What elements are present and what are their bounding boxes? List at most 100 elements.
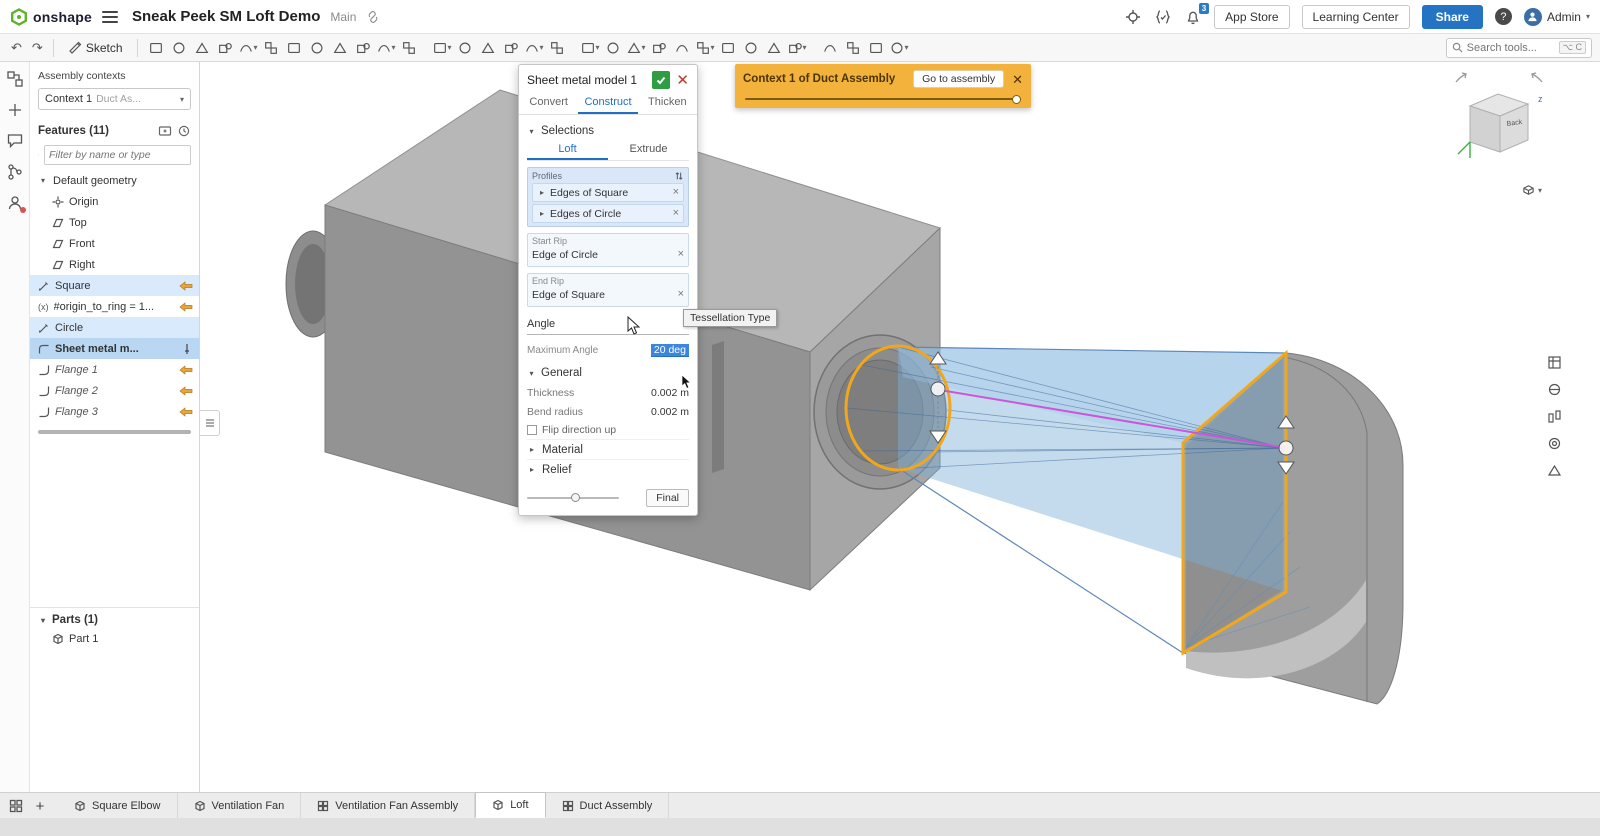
angle-dropdown[interactable]: Angle ▾ (527, 313, 689, 335)
revolve-icon[interactable]: ▾ (237, 37, 260, 59)
rotate-left-icon[interactable] (1456, 73, 1466, 82)
search-tools-box[interactable]: ⌥ C (1446, 38, 1592, 58)
sheet-metal-model-icon[interactable]: ▾ (431, 37, 454, 59)
document-tab-ventilation-fan[interactable]: Ventilation Fan (178, 793, 302, 818)
hem-icon[interactable] (546, 37, 569, 59)
tree-caret-icon[interactable]: ▾ (38, 176, 48, 185)
split-icon[interactable] (648, 37, 671, 59)
chamfer-icon[interactable] (191, 37, 214, 59)
flange-icon[interactable] (454, 37, 477, 59)
insert-icon[interactable] (6, 101, 24, 119)
general-section-header[interactable]: ▾ General (527, 363, 689, 383)
document-tab-ventilation-fan-assembly[interactable]: Ventilation Fan Assembly (301, 793, 475, 818)
draft-icon[interactable] (398, 37, 421, 59)
rollback-bar[interactable] (38, 430, 191, 434)
preview-slider-knob[interactable] (571, 493, 580, 502)
help-button[interactable]: ? (1495, 8, 1512, 25)
dialog-tab-construct[interactable]: Construct (578, 93, 637, 114)
comments-icon[interactable] (6, 132, 24, 150)
cancel-button[interactable]: ✕ (676, 73, 689, 88)
fillet-icon[interactable] (168, 37, 191, 59)
branch-label[interactable]: Main (330, 10, 356, 24)
notifications-bell[interactable]: 3 (1184, 8, 1202, 26)
flip-direction-checkbox[interactable]: Flip direction up (527, 421, 689, 439)
custom-feature-icon[interactable]: ▾ (888, 37, 911, 59)
follow-mode-icon[interactable] (6, 194, 24, 212)
context-position-slider[interactable] (743, 95, 1023, 103)
part-row[interactable]: Part 1 (30, 628, 199, 649)
start-rip-box[interactable]: Start Rip Edge of Circle × (527, 233, 689, 267)
max-angle-input[interactable]: 20 deg (651, 344, 689, 357)
feature-row[interactable]: Flange 1 (30, 359, 199, 380)
sweep-icon[interactable] (260, 37, 283, 59)
start-rip-remove-icon[interactable]: × (678, 249, 684, 260)
rib-icon[interactable] (329, 37, 352, 59)
view-cube[interactable]: Back z (1446, 68, 1556, 200)
end-rip-box[interactable]: End Rip Edge of Square × (527, 273, 689, 307)
offset-surface-icon[interactable]: ▾ (694, 37, 717, 59)
feature-row[interactable]: Square (30, 275, 199, 296)
feature-row[interactable]: Sheet metal m... (30, 338, 199, 359)
undo-icon[interactable]: ↶ (8, 40, 25, 56)
profile-expand-icon[interactable]: ▸ (537, 209, 547, 218)
mirror-icon[interactable] (602, 37, 625, 59)
feature-row[interactable]: Top (30, 212, 199, 233)
tab-manager-icon[interactable] (4, 794, 28, 818)
dialog-tab-thicken[interactable]: Thicken (638, 93, 697, 114)
history-icon[interactable] (177, 124, 191, 138)
context-slider-knob[interactable] (1012, 95, 1021, 104)
feature-row[interactable]: (x)#origin_to_ring = 1... (30, 296, 199, 317)
dialog-tab-convert[interactable]: Convert (519, 93, 578, 114)
loft-icon[interactable] (283, 37, 306, 59)
learning-center-button[interactable]: Learning Center (1302, 5, 1410, 29)
sheet-metal-tab-icon[interactable] (477, 37, 500, 59)
feature-row[interactable]: ▾Default geometry (30, 170, 199, 191)
profile-expand-icon[interactable]: ▸ (537, 188, 547, 197)
redo-icon[interactable]: ↷ (29, 40, 46, 56)
feature-row[interactable]: Origin (30, 191, 199, 212)
feature-row[interactable]: Right (30, 254, 199, 275)
hole-icon[interactable]: ▾ (375, 37, 398, 59)
mode-tab-loft[interactable]: Loft (527, 141, 608, 160)
bend-icon[interactable] (500, 37, 523, 59)
end-rip-handles[interactable] (1278, 416, 1294, 474)
appearance-panel-icon[interactable] (1544, 433, 1564, 453)
final-button[interactable]: Final (646, 489, 689, 507)
relief-section-header[interactable]: ▸ Relief (527, 459, 689, 479)
user-menu[interactable]: Admin ▾ (1524, 8, 1590, 26)
replace-face-icon[interactable]: ▾ (786, 37, 809, 59)
viewport-canvas[interactable] (0, 62, 1600, 792)
copy-icon[interactable] (145, 37, 168, 59)
feature-row[interactable]: Flange 3 (30, 401, 199, 422)
shell-icon[interactable] (352, 37, 375, 59)
mode-tab-extrude[interactable]: Extrude (608, 141, 689, 160)
release-management-icon[interactable] (1124, 8, 1142, 26)
configurations-icon[interactable] (1544, 460, 1564, 480)
fill-icon[interactable] (740, 37, 763, 59)
boolean-icon[interactable]: ▾ (625, 37, 648, 59)
profiles-selection-box[interactable]: Profiles ▸Edges of Square×▸Edges of Circ… (527, 167, 689, 227)
parts-caret-icon[interactable]: ▾ (38, 616, 48, 625)
thicken-icon[interactable] (306, 37, 329, 59)
document-tab-loft[interactable]: Loft (475, 792, 545, 818)
material-section-header[interactable]: ▸ Material (527, 439, 689, 459)
main-menu-icon[interactable] (102, 11, 118, 23)
corner-icon[interactable]: ▾ (523, 37, 546, 59)
profile-item[interactable]: ▸Edges of Circle× (532, 204, 684, 223)
panel-flyout-handle[interactable] (200, 410, 220, 436)
profile-remove-icon[interactable]: × (673, 208, 679, 219)
feature-filter-input[interactable] (44, 145, 191, 165)
banner-close-icon[interactable]: ✕ (1012, 73, 1023, 86)
measure-icon[interactable] (842, 37, 865, 59)
go-to-assembly-button[interactable]: Go to assembly (913, 70, 1004, 88)
end-rip-remove-icon[interactable]: × (678, 289, 684, 300)
transform-icon[interactable] (671, 37, 694, 59)
reorder-icon[interactable] (674, 171, 684, 181)
insert-folder-icon[interactable] (158, 124, 172, 138)
link-icon[interactable] (366, 10, 380, 24)
document-tab-duct-assembly[interactable]: Duct Assembly (546, 793, 670, 818)
profile-item[interactable]: ▸Edges of Square× (532, 183, 684, 202)
preview-slider[interactable] (527, 497, 619, 499)
selections-section-header[interactable]: ▾ Selections (527, 121, 689, 141)
section-view-icon[interactable] (1544, 379, 1564, 399)
